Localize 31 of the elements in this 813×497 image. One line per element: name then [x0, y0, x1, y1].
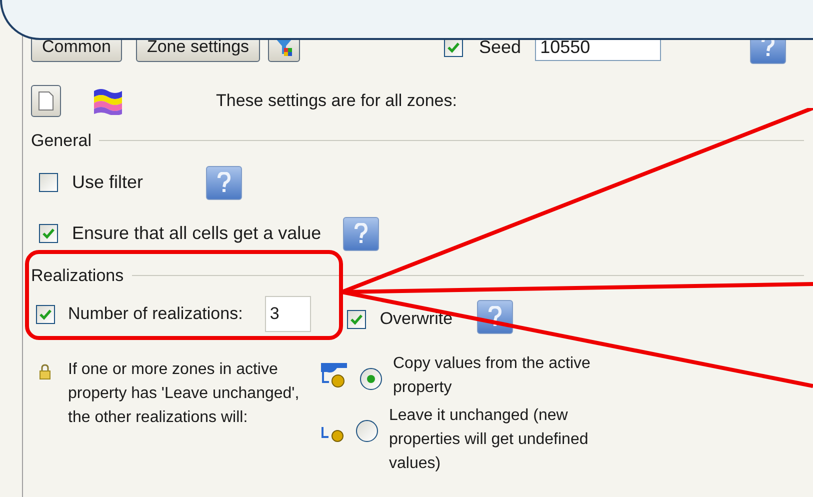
check-icon — [39, 308, 52, 320]
new-document-button[interactable] — [31, 85, 61, 117]
option-label: Use filter — [72, 171, 144, 194]
rainbow-flag-icon — [93, 87, 123, 115]
help-icon — [354, 222, 368, 244]
overwrite-label: Overwrite — [380, 308, 453, 330]
count-field[interactable]: 3 — [264, 296, 311, 332]
check-icon — [42, 228, 55, 239]
choice-label: Copy values from the active property — [393, 354, 592, 398]
checkbox[interactable] — [39, 173, 58, 192]
document-icon — [38, 91, 54, 111]
checkbox[interactable] — [39, 224, 58, 243]
note-text: If one or more zones in active property has 'Leave unchanged', the other realizations will: — [68, 360, 300, 428]
option-label: Ensure that all cells get a value — [72, 222, 322, 245]
seed-label: Seed — [479, 36, 522, 58]
help-icon — [217, 172, 232, 194]
count-label: Number of realizations: — [68, 303, 243, 326]
help-icon — [488, 306, 502, 328]
group-title: General — [31, 130, 92, 152]
radio-button[interactable] — [360, 368, 382, 390]
copy-gear-icon — [320, 362, 348, 388]
intro-text: These settings are for all zones: — [216, 90, 457, 112]
checkbox[interactable] — [36, 304, 55, 324]
choice-label: Leave it unchanged (new properties will get undefined values) — [389, 406, 590, 474]
radio-button[interactable] — [356, 420, 378, 442]
check-icon — [447, 42, 460, 52]
check-icon — [350, 314, 363, 324]
group-title: Realizations — [31, 264, 124, 286]
gear-arrow-icon — [321, 426, 344, 442]
checkbox[interactable] — [346, 310, 366, 328]
lock-icon — [39, 364, 51, 380]
